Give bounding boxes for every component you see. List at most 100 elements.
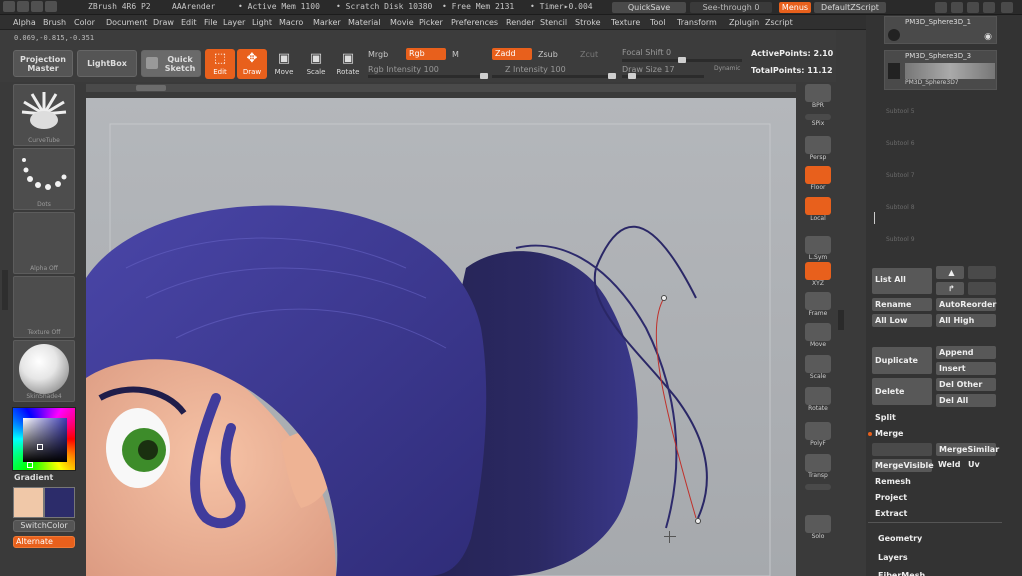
menu-draw[interactable]: Draw (153, 18, 174, 27)
dock-icon[interactable] (951, 2, 963, 13)
rgb-intensity-knob[interactable] (480, 73, 488, 79)
move-down-button[interactable]: ↱ (936, 282, 964, 295)
local-button[interactable]: Local (803, 197, 833, 222)
menu-zplugin[interactable]: Zplugin (729, 18, 759, 27)
alpha-selector[interactable]: Alpha Off (13, 212, 75, 274)
rotate-button[interactable]: Rotate (803, 387, 833, 412)
bpr-button[interactable]: BPR (803, 84, 833, 109)
extract-section[interactable]: Extract (875, 509, 907, 518)
persp-button[interactable]: Persp (803, 136, 833, 161)
scale-tool[interactable]: ▣ Scale (301, 49, 331, 79)
menus-button[interactable]: Menus (779, 2, 811, 13)
minimize-icon[interactable] (967, 2, 979, 13)
lsym-button[interactable]: L.Sym (803, 236, 833, 261)
ghost-button[interactable] (803, 484, 833, 490)
del-other-button[interactable]: Del Other (936, 378, 996, 391)
menu-transform[interactable]: Transform (677, 18, 717, 27)
stroke-selector[interactable]: Dots (13, 148, 75, 210)
quicksave-button[interactable]: QuickSave (612, 2, 686, 13)
list-all-button[interactable]: List All (872, 268, 932, 294)
weld-toggle[interactable]: Weld (938, 460, 960, 469)
lightbox-button[interactable]: LightBox (77, 50, 137, 77)
menu-render[interactable]: Render (506, 18, 534, 27)
subtool-slot-button-2[interactable] (968, 282, 996, 295)
primary-color-swatch[interactable] (13, 487, 44, 518)
menu-preferences[interactable]: Preferences (451, 18, 498, 27)
menu-marker[interactable]: Marker (313, 18, 341, 27)
append-button[interactable]: Append (936, 346, 996, 359)
draw-size-slider[interactable] (622, 73, 704, 79)
rgb-intensity-slider[interactable] (368, 73, 488, 79)
dynamic-toggle[interactable]: Dynamic (714, 65, 740, 72)
menu-layer[interactable]: Layer (223, 18, 245, 27)
auto-reorder-button[interactable]: AutoReorder (936, 298, 996, 311)
material-selector[interactable]: SkinShade4 (13, 340, 75, 402)
visibility-eye-icon[interactable]: ◉ (984, 32, 992, 42)
all-high-button[interactable]: All High (936, 314, 996, 327)
quick-sketch-button[interactable]: Quick Sketch (141, 50, 201, 77)
subtool-item-1[interactable]: PM3D_Sphere3D_1 ◉ (884, 16, 997, 44)
menu-tool[interactable]: Tool (650, 18, 666, 27)
help-icon[interactable] (935, 2, 947, 13)
move-up-button[interactable]: ▲ (936, 266, 964, 279)
menu-texture[interactable]: Texture (611, 18, 640, 27)
switch-color-button[interactable]: SwitchColor (13, 520, 75, 532)
secondary-color-swatch[interactable] (44, 487, 75, 518)
layers-section[interactable]: Layers (878, 553, 908, 562)
menu-macro[interactable]: Macro (279, 18, 303, 27)
menu-picker[interactable]: Picker (419, 18, 443, 27)
scale-button[interactable]: Scale (803, 355, 833, 380)
menu-alpha[interactable]: Alpha (13, 18, 36, 27)
insert-button[interactable]: Insert (936, 362, 996, 375)
rotate-tool[interactable]: ▣ Rotate (333, 49, 363, 79)
solo-button[interactable]: Solo (803, 515, 833, 540)
focal-shift-slider[interactable] (622, 57, 742, 63)
menu-file[interactable]: File (204, 18, 217, 27)
subtool-scrollbar[interactable] (874, 212, 875, 224)
menu-document[interactable]: Document (106, 18, 147, 27)
menu-zscript[interactable]: Zscript (765, 18, 793, 27)
xyz-button[interactable]: XYZ (803, 262, 833, 287)
subtool-slot-button[interactable] (968, 266, 996, 279)
menu-edit[interactable]: Edit (181, 18, 197, 27)
remesh-section[interactable]: Remesh (875, 477, 911, 486)
floor-button[interactable]: Floor (803, 166, 833, 191)
frame-button[interactable]: Frame (803, 292, 833, 317)
zsub-toggle[interactable]: Zsub (538, 50, 558, 59)
viewport-scroll-thumb[interactable] (136, 85, 166, 91)
menu-material[interactable]: Material (348, 18, 381, 27)
z-intensity-knob[interactable] (608, 73, 616, 79)
merge-down-button[interactable] (872, 443, 932, 456)
menu-stencil[interactable]: Stencil (540, 18, 567, 27)
m-toggle[interactable]: M (452, 50, 459, 59)
viewport-scrollbar[interactable] (86, 84, 796, 92)
brush-selector[interactable]: CurveTube (13, 84, 75, 146)
color-picker-square[interactable] (23, 418, 67, 462)
menu-movie[interactable]: Movie (390, 18, 414, 27)
z-intensity-slider[interactable] (492, 73, 616, 79)
mrgb-toggle[interactable]: Mrgb (368, 50, 388, 59)
merge-visible-button[interactable]: MergeVisible (872, 459, 934, 472)
subtool-item-2[interactable]: PM3D_Sphere3D_3 PM3D_Sphere3D7 (884, 50, 997, 90)
menu-stroke[interactable]: Stroke (575, 18, 601, 27)
spix-button[interactable]: SPix (803, 114, 833, 127)
del-all-button[interactable]: Del All (936, 394, 996, 407)
draw-tool[interactable]: ✥ Draw (237, 49, 267, 79)
focal-shift-knob[interactable] (678, 57, 686, 63)
maximize-icon[interactable] (983, 2, 995, 13)
left-tray-collapse[interactable] (2, 270, 8, 310)
move-tool[interactable]: ▣ Move (269, 49, 299, 79)
duplicate-button[interactable]: Duplicate (872, 347, 932, 374)
draw-size-knob[interactable] (628, 73, 636, 79)
move-button[interactable]: Move (803, 323, 833, 348)
delete-button[interactable]: Delete (872, 378, 932, 405)
see-through-slider[interactable]: See-through 0 (690, 2, 772, 13)
alternate-toggle[interactable]: Alternate (13, 536, 75, 548)
transp-button[interactable]: Transp (803, 454, 833, 479)
projection-master-button[interactable]: Projection Master (13, 50, 73, 77)
merge-section[interactable]: Merge (875, 429, 903, 438)
texture-selector[interactable]: Texture Off (13, 276, 75, 338)
menu-brush[interactable]: Brush (43, 18, 66, 27)
zcut-toggle[interactable]: Zcut (580, 50, 598, 59)
rgb-toggle[interactable]: Rgb (406, 48, 446, 60)
